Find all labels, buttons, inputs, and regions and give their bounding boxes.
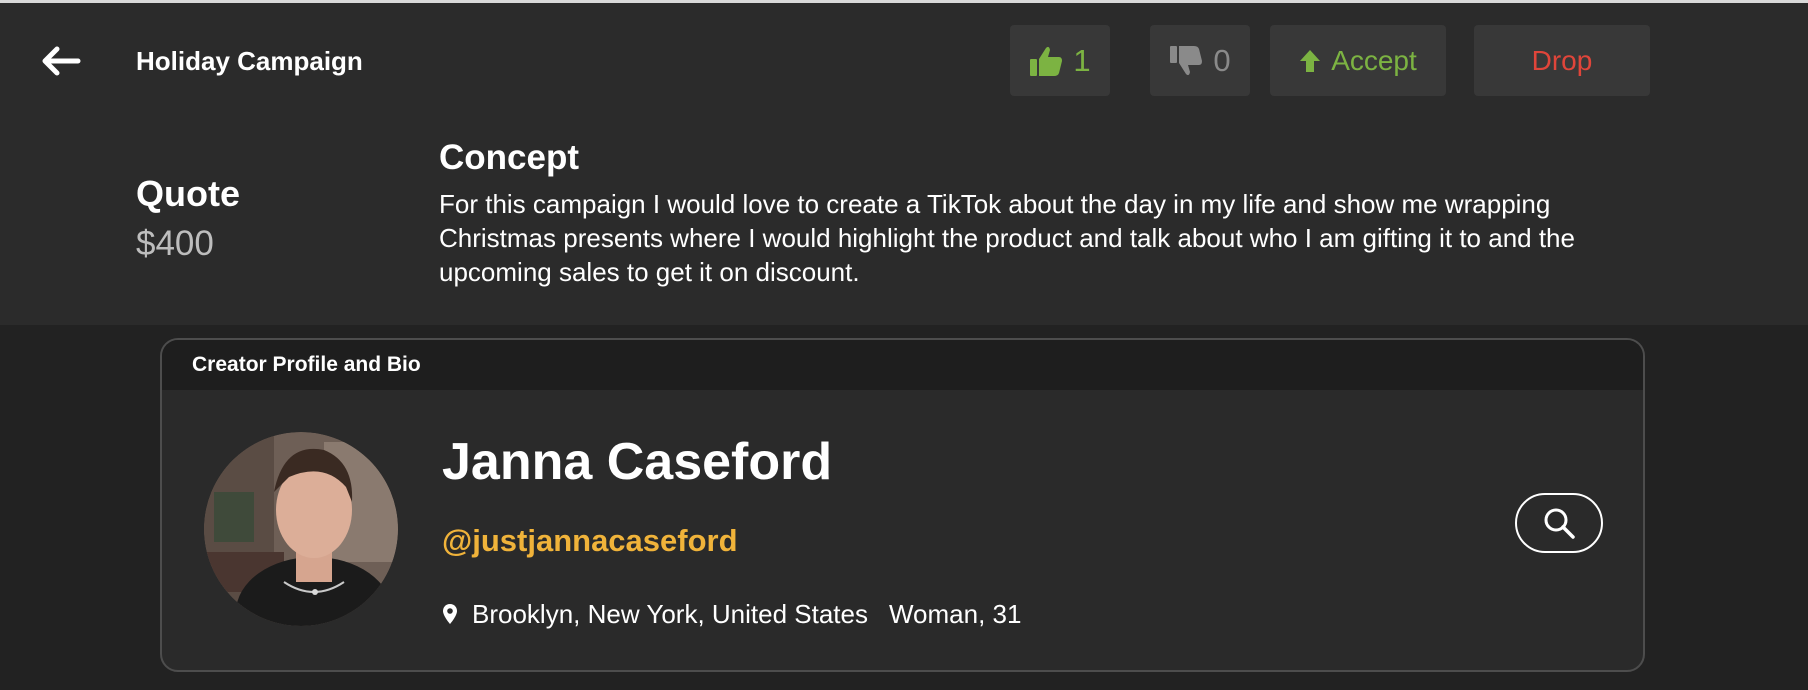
map-pin-icon <box>442 603 458 625</box>
drop-button[interactable]: Drop <box>1474 25 1650 96</box>
quote-value: $400 <box>136 224 214 263</box>
thumbs-up-icon <box>1030 46 1063 76</box>
campaign-header: Holiday Campaign 1 0 Accept Drop Quote $… <box>0 3 1808 325</box>
creator-profile-card: Creator Profile and Bio Janna Caseford @… <box>160 338 1645 672</box>
search-icon <box>1544 508 1575 539</box>
arrow-up-icon <box>1300 49 1321 72</box>
thumbs-down-icon <box>1170 45 1203 75</box>
search-button[interactable] <box>1515 493 1603 553</box>
accept-label: Accept <box>1331 44 1417 76</box>
back-button[interactable] <box>38 43 84 79</box>
creator-name: Janna Caseford <box>442 433 833 491</box>
creator-demographics: Woman, 31 <box>888 599 1022 629</box>
page-title: Holiday Campaign <box>136 46 363 76</box>
arrow-left-icon <box>42 46 81 76</box>
concept-text: For this campaign I would love to create… <box>439 189 1575 287</box>
like-button[interactable]: 1 <box>1010 25 1110 96</box>
drop-label: Drop <box>1531 44 1593 76</box>
quote-label: Quote <box>136 173 240 214</box>
concept-label: Concept <box>439 138 579 177</box>
profile-section-title: Creator Profile and Bio <box>162 340 1643 390</box>
creator-location-row: Brooklyn, New York, United States Woman,… <box>442 598 1021 630</box>
accept-button[interactable]: Accept <box>1270 25 1446 96</box>
dislike-count: 0 <box>1213 43 1231 78</box>
creator-location: Brooklyn, New York, United States <box>472 599 868 629</box>
creator-handle[interactable]: @justjannacaseford <box>442 522 738 560</box>
avatar-image <box>204 432 398 626</box>
avatar <box>204 432 398 626</box>
like-count: 1 <box>1073 43 1091 78</box>
dislike-button[interactable]: 0 <box>1150 25 1250 96</box>
